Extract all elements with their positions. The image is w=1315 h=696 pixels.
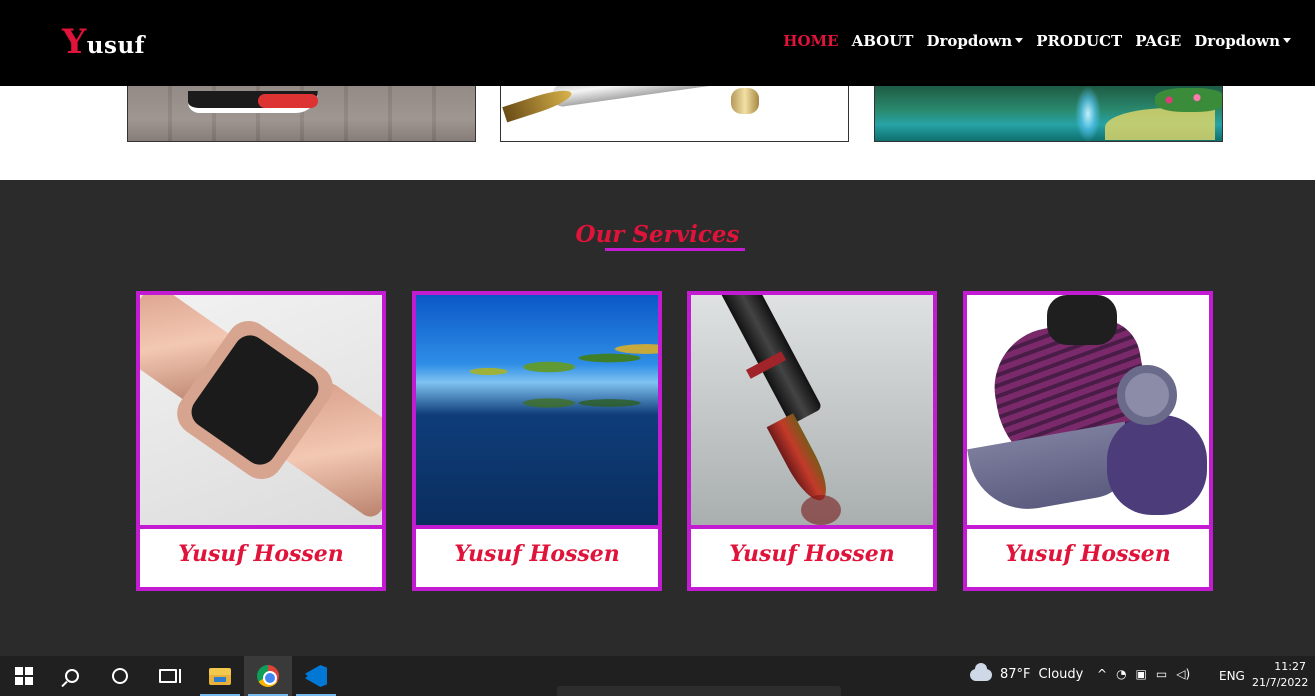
service-card-label: Yusuf Hossen xyxy=(454,541,620,567)
system-tray: ^ ◔ ▣ ▭ ◁) xyxy=(1097,667,1190,681)
nav-page[interactable]: PAGE xyxy=(1135,32,1181,50)
task-view-button[interactable] xyxy=(144,656,192,696)
start-button[interactable] xyxy=(0,656,48,696)
language-indicator[interactable]: ENG xyxy=(1219,669,1245,683)
wifi-icon[interactable]: ◔ xyxy=(1116,667,1126,681)
nav-home[interactable]: HOME xyxy=(783,32,838,50)
battery-icon[interactable]: ▭ xyxy=(1156,667,1167,681)
watch-image xyxy=(140,295,382,525)
clock[interactable]: 11:27 21/7/2022 xyxy=(1252,659,1309,691)
caret-down-icon xyxy=(1015,38,1024,43)
gallery-strip xyxy=(0,86,1315,180)
service-card-label: Yusuf Hossen xyxy=(729,541,895,567)
cortana-icon xyxy=(112,668,128,684)
brand-logo[interactable]: Yusuf xyxy=(62,22,145,62)
file-explorer-button[interactable] xyxy=(196,656,244,696)
nav-dropdown-1-label: Dropdown xyxy=(926,32,1013,50)
windows-icon xyxy=(15,667,33,685)
service-card[interactable]: Yusuf Hossen xyxy=(963,291,1213,591)
lake-image xyxy=(874,86,1223,142)
nav-dropdown-2-label: Dropdown xyxy=(1194,32,1280,50)
chevron-up-icon[interactable]: ^ xyxy=(1097,667,1107,681)
service-card[interactable]: Yusuf Hossen xyxy=(687,291,937,591)
brand-name: usuf xyxy=(86,32,146,59)
title-underline xyxy=(605,248,745,251)
volume-icon[interactable]: ◁) xyxy=(1176,667,1190,681)
pen-image xyxy=(500,86,849,142)
clock-date: 21/7/2022 xyxy=(1252,676,1309,689)
vscode-button[interactable] xyxy=(292,656,340,696)
caret-down-icon xyxy=(1283,38,1291,43)
nav-product[interactable]: PRODUCT xyxy=(1036,32,1122,50)
clock-time: 11:27 xyxy=(1274,660,1306,673)
nav-menu: HOME ABOUT Dropdown PRODUCT PAGE Dropdow… xyxy=(783,32,1291,50)
nav-dropdown-2[interactable]: Dropdown xyxy=(1194,32,1291,50)
service-card[interactable]: Yusuf Hossen xyxy=(412,291,662,591)
chrome-button[interactable] xyxy=(244,656,292,696)
folder-icon xyxy=(209,667,231,685)
vscode-icon xyxy=(305,665,327,687)
shoe-image xyxy=(127,86,476,142)
window-preview-strip xyxy=(557,686,841,696)
brand-initial: Y xyxy=(62,22,87,62)
task-view-icon xyxy=(159,669,181,683)
weather-temp: 87°F xyxy=(1000,667,1031,682)
meet-now-icon[interactable]: ▣ xyxy=(1136,667,1147,681)
service-card[interactable]: Yusuf Hossen xyxy=(136,291,386,591)
pen-image xyxy=(691,295,933,525)
services-title: Our Services xyxy=(575,221,740,248)
weather-desc: Cloudy xyxy=(1038,667,1084,682)
lake-image xyxy=(416,295,658,525)
nav-about[interactable]: ABOUT xyxy=(852,32,914,50)
service-card-label: Yusuf Hossen xyxy=(178,541,344,567)
cloud-icon xyxy=(970,662,992,681)
service-card-label: Yusuf Hossen xyxy=(1005,541,1171,567)
shoe-image xyxy=(967,295,1209,525)
navbar: Yusuf HOME ABOUT Dropdown PRODUCT PAGE D… xyxy=(0,0,1315,86)
services-section: Our Services Yusuf Hossen Yusuf Hossen Y… xyxy=(0,180,1315,656)
nav-dropdown-1[interactable]: Dropdown xyxy=(926,32,1024,50)
weather-widget[interactable]: 87°F Cloudy xyxy=(970,662,1084,682)
search-icon xyxy=(65,669,79,683)
search-button[interactable] xyxy=(48,656,96,696)
chrome-icon xyxy=(257,665,279,687)
cortana-button[interactable] xyxy=(96,656,144,696)
